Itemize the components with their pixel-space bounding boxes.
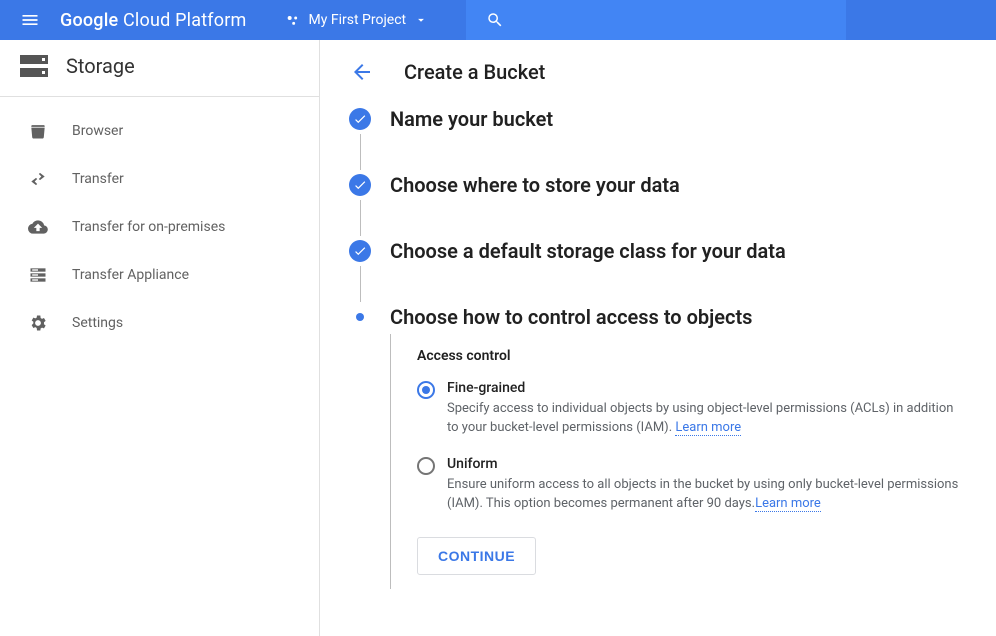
search-input[interactable] (466, 0, 846, 40)
step-body: Access control Fine-grained Specify acce… (390, 334, 966, 589)
top-bar: Google Cloud Platform My First Project (0, 0, 996, 40)
page-title: Create a Bucket (404, 60, 545, 84)
step-title: Choose how to control access to objects (390, 306, 752, 328)
radio-description: Specify access to individual objects by … (447, 400, 966, 438)
page-header: Create a Bucket (348, 58, 966, 86)
step-name-bucket[interactable]: Name your bucket (348, 108, 966, 174)
check-circle-icon (349, 108, 371, 130)
sidebar-item-label: Browser (72, 123, 123, 139)
gear-icon (28, 313, 48, 333)
search-icon (486, 11, 504, 29)
sidebar-item-label: Transfer for on-premises (72, 219, 225, 235)
radio-description: Ensure uniform access to all objects in … (447, 476, 966, 514)
transfer-icon (28, 169, 48, 189)
step-title: Name your bucket (390, 108, 553, 130)
sidebar-item-label: Transfer Appliance (72, 267, 189, 283)
sidebar-item-label: Settings (72, 315, 123, 331)
back-button[interactable] (348, 58, 376, 86)
radio-label: Fine-grained (447, 380, 966, 396)
sidebar-header: Storage (0, 40, 319, 97)
project-picker[interactable]: My First Project (267, 0, 447, 40)
radio-icon (417, 457, 435, 475)
appliance-icon (28, 265, 48, 285)
arrow-left-icon (350, 60, 374, 84)
radio-label: Uniform (447, 456, 966, 472)
sidebar: Storage Browser Transfer Transfer for on… (0, 40, 320, 636)
main-content: Create a Bucket Name your bucket (320, 40, 996, 636)
radio-uniform[interactable]: Uniform Ensure uniform access to all obj… (417, 456, 966, 514)
hamburger-menu-button[interactable] (0, 0, 60, 40)
wizard-steps: Name your bucket Choose where to store y… (348, 108, 966, 589)
sidebar-nav: Browser Transfer Transfer for on-premise… (0, 97, 319, 347)
sidebar-item-browser[interactable]: Browser (0, 107, 319, 155)
platform-logo: Google Cloud Platform (60, 10, 267, 31)
sidebar-item-label: Transfer (72, 171, 124, 187)
bucket-icon (28, 121, 48, 141)
section-label: Access control (417, 348, 966, 364)
sidebar-item-transfer-onprem[interactable]: Transfer for on-premises (0, 203, 319, 251)
learn-more-link[interactable]: Learn more (675, 420, 741, 436)
step-choose-location[interactable]: Choose where to store your data (348, 174, 966, 240)
active-step-dot-icon (356, 313, 364, 321)
radio-icon (417, 381, 435, 399)
check-circle-icon (349, 240, 371, 262)
radio-fine-grained[interactable]: Fine-grained Specify access to individua… (417, 380, 966, 438)
project-name: My First Project (309, 12, 407, 28)
cloud-upload-icon (28, 217, 48, 237)
hamburger-icon (20, 10, 40, 30)
sidebar-item-settings[interactable]: Settings (0, 299, 319, 347)
continue-button[interactable]: CONTINUE (417, 537, 536, 575)
step-title: Choose a default storage class for your … (390, 240, 786, 262)
step-storage-class[interactable]: Choose a default storage class for your … (348, 240, 966, 306)
project-icon (285, 12, 301, 28)
storage-icon (20, 55, 48, 77)
check-circle-icon (349, 174, 371, 196)
sidebar-item-transfer-appliance[interactable]: Transfer Appliance (0, 251, 319, 299)
learn-more-link[interactable]: Learn more (755, 496, 821, 512)
sidebar-title: Storage (66, 54, 135, 78)
sidebar-item-transfer[interactable]: Transfer (0, 155, 319, 203)
dropdown-caret-icon (414, 13, 428, 27)
step-title: Choose where to store your data (390, 174, 680, 196)
step-access-control: Choose how to control access to objects (348, 306, 966, 328)
